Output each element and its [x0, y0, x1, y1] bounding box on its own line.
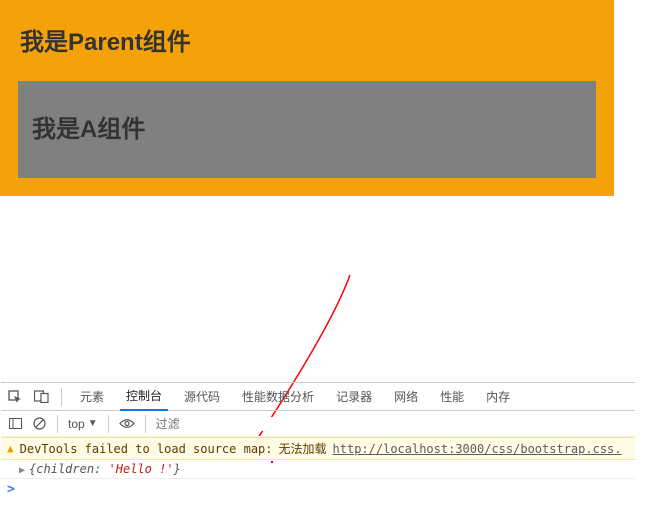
tab-recorder[interactable]: 记录器	[330, 383, 378, 411]
divider	[145, 415, 146, 433]
console-warning-row: ▲ DevTools failed to load source map: 无法…	[1, 437, 635, 460]
divider	[108, 415, 109, 433]
tab-performance-insights[interactable]: 性能数据分析	[236, 383, 320, 411]
divider	[57, 415, 58, 433]
tab-memory[interactable]: 内存	[480, 383, 516, 411]
tab-network[interactable]: 网络	[388, 383, 424, 411]
log-value: 'Hello !'	[109, 462, 174, 476]
devtools-panel: 元素 控制台 源代码 性能数据分析 记录器 网络 性能 内存 top ▼ ▲ D…	[1, 382, 635, 500]
filter-input[interactable]	[156, 417, 311, 431]
chevron-down-icon: ▼	[88, 418, 98, 429]
console-toolbar: top ▼	[1, 411, 635, 437]
tab-performance[interactable]: 性能	[434, 383, 470, 411]
device-toggle-icon[interactable]	[33, 389, 49, 405]
tab-sources[interactable]: 源代码	[178, 383, 226, 411]
context-selector[interactable]: top ▼	[68, 417, 98, 431]
eye-icon[interactable]	[119, 416, 135, 432]
parent-component: 我是Parent组件 我是A组件	[0, 0, 614, 196]
child-title: 我是A组件	[32, 109, 582, 144]
devtools-tab-bar: 元素 控制台 源代码 性能数据分析 记录器 网络 性能 内存	[1, 383, 635, 411]
context-label: top	[68, 417, 85, 431]
warning-text: 无法加载	[279, 440, 327, 457]
clear-console-icon[interactable]	[31, 416, 47, 432]
sidebar-toggle-icon[interactable]	[7, 416, 23, 432]
tab-console[interactable]: 控制台	[120, 383, 168, 411]
warning-icon: ▲	[7, 442, 14, 455]
log-key: children:	[36, 462, 108, 476]
console-log-row[interactable]: ▶{children: 'Hello !'}	[1, 460, 635, 479]
parent-title: 我是Parent组件	[20, 22, 596, 57]
child-component-a: 我是A组件	[18, 81, 596, 178]
warning-prefix: DevTools failed to load source map:	[20, 442, 273, 456]
log-close: }	[174, 462, 181, 476]
expand-arrow-icon[interactable]: ▶	[19, 465, 25, 476]
tab-elements[interactable]: 元素	[74, 383, 110, 411]
inspect-icon[interactable]	[7, 389, 23, 405]
warning-link[interactable]: http://localhost:3000/css/bootstrap.css.	[333, 442, 622, 456]
divider	[61, 388, 62, 406]
console-prompt[interactable]: >	[1, 479, 635, 500]
